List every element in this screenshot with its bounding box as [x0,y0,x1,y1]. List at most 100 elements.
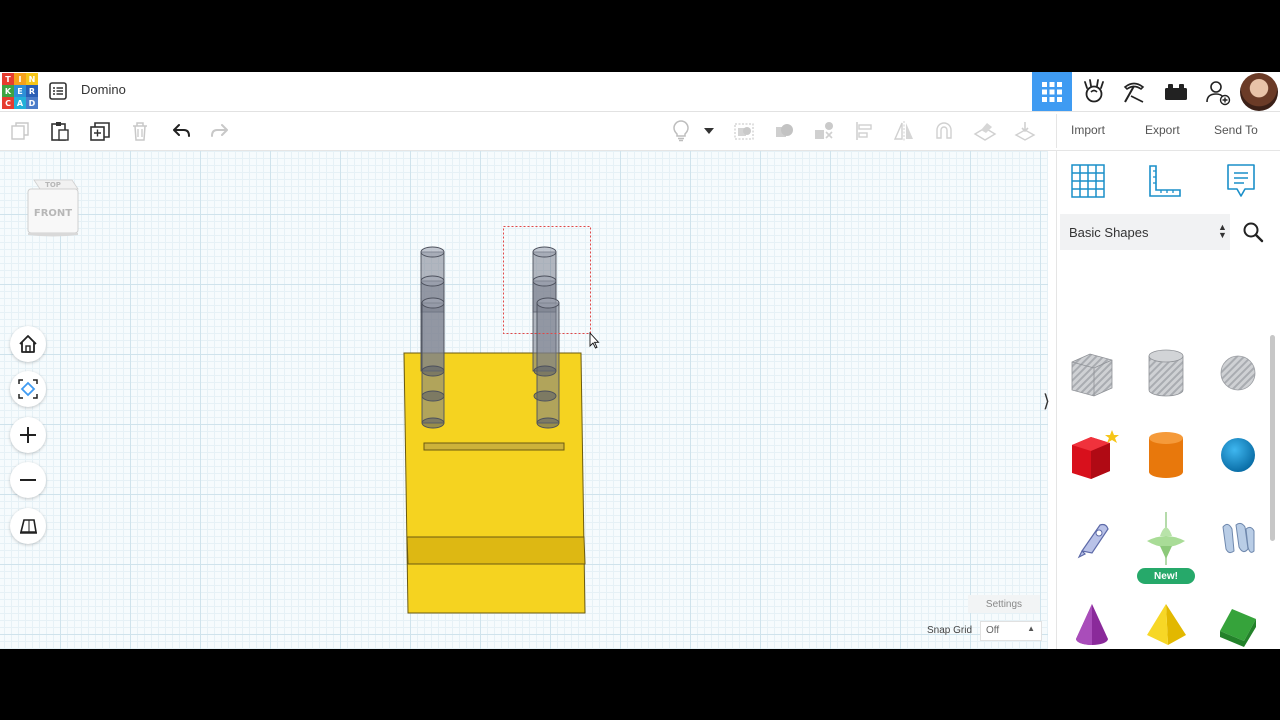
notes-icon [1227,164,1255,197]
logo-letter: T [2,73,14,85]
undo-icon [173,124,190,137]
shape-scribble[interactable] [1059,502,1125,576]
bricks-icon [1165,83,1187,100]
duplicate-icon [90,122,110,141]
workplane[interactable]: TOP FRONT ⟩ Settings Snap Grid Off ▲ [0,151,1050,649]
collapse-panel-chevron-icon[interactable]: ⟩ [1043,391,1050,412]
green-roof-icon [1220,609,1256,647]
shape-library-select[interactable]: Basic Shapes ▲ ▼ [1060,214,1230,250]
scribble-icon [1077,523,1109,559]
mirror-icon [893,121,913,141]
paste-icon [51,122,69,141]
ruler-button[interactable] [1145,161,1185,201]
redo-icon [211,124,228,137]
tinkercad-logo[interactable]: T I N K E R C A D [2,73,38,109]
shape-pyramid[interactable] [1133,588,1199,649]
notes-button[interactable] [1221,161,1261,201]
tinkerers-icon [1084,78,1104,102]
import-button[interactable]: Import [1071,123,1105,137]
top-bar: T I N K E R C A D Domino [0,72,1280,112]
avatar[interactable] [1240,73,1278,111]
shape-cone[interactable] [1059,588,1125,649]
design-title[interactable]: Domino [81,82,126,97]
build-button[interactable] [1114,72,1154,111]
delete-button[interactable] [128,119,152,143]
workplane-grid-button[interactable] [1068,161,1108,201]
redo-button[interactable] [208,119,232,143]
drop-button[interactable] [1013,119,1037,143]
workplane-button[interactable] [973,119,997,143]
shape-box-hole[interactable] [1059,336,1125,410]
dropdown-caret-icon [704,128,714,134]
select-caret-icon: ▲ ▼ [1218,222,1227,240]
copy-button[interactable] [8,119,32,143]
tinkerers-button[interactable] [1074,72,1114,111]
logo-letter: I [14,73,26,85]
export-button[interactable]: Export [1145,123,1180,137]
text-3d-icon [1222,522,1255,554]
build-icon [1123,82,1145,103]
toolbar-separator [1056,114,1057,148]
paste-button[interactable] [48,119,72,143]
settings-button[interactable]: Settings [968,595,1040,613]
blue-sphere-icon [1221,438,1255,472]
spinning-top-icon [1147,512,1185,565]
delete-icon [133,122,147,141]
yellow-pyramid-icon [1147,604,1186,645]
snap-grid-select[interactable]: Off ▲ [980,621,1042,641]
shape-library-label: Basic Shapes [1069,225,1149,240]
shape-sphere-hole[interactable] [1205,336,1271,410]
right-peg-group[interactable] [532,246,560,429]
caret-up-icon: ▲ [1027,624,1035,633]
logo-letter: E [14,85,26,97]
shape-cylinder-hole[interactable] [1133,336,1199,410]
send-to-button[interactable]: Send To [1214,123,1258,137]
shape-new[interactable] [1133,502,1199,576]
copy-icon [11,122,29,140]
bricks-button[interactable] [1156,72,1196,111]
show-all-dropdown[interactable] [700,119,718,143]
duplicate-button[interactable] [88,119,112,143]
search-icon [1243,222,1264,243]
shape-roof[interactable] [1205,588,1271,649]
align-button[interactable] [853,119,877,143]
3d-design-button[interactable] [1032,72,1072,111]
logo-letter: D [26,97,38,109]
orange-cylinder-icon [1149,432,1183,478]
mirror-button[interactable] [892,119,916,143]
red-box-icon [1072,430,1119,479]
shape-cylinder[interactable] [1133,418,1199,492]
cylinder-hole-icon [1148,349,1184,397]
group-icon [734,123,754,140]
mouse-cursor [589,331,600,349]
star-icon [1105,430,1119,443]
design-scene [403,226,600,614]
invite-user-button[interactable] [1198,72,1238,111]
sphere-hole-icon [1220,355,1256,391]
shapes-scrollbar[interactable] [1270,335,1275,541]
slot-groove[interactable] [423,442,565,451]
workplane-icon [973,123,997,141]
logo-letter: K [2,85,14,97]
search-shapes-button[interactable] [1237,216,1269,248]
shapes-panel: Basic Shapes ▲ ▼ New! [1056,151,1280,649]
solid-button[interactable] [772,119,796,143]
add-user-icon [1206,80,1231,105]
shape-sphere[interactable] [1205,418,1271,492]
undo-button[interactable] [169,119,193,143]
list-icon[interactable] [48,81,68,101]
tinkercad-app: T I N K E R C A D Domino Import Export S… [0,72,1280,649]
lightbulb-icon [673,120,689,142]
grid-3d-icon [1042,81,1062,102]
cruise-icon [936,122,952,139]
cruise-button[interactable] [932,119,956,143]
shape-text-3d[interactable] [1205,502,1271,576]
ruler-icon [1149,165,1181,197]
ungroup-button[interactable] [812,119,836,143]
left-peg-group[interactable] [420,246,445,429]
shape-box[interactable] [1059,418,1125,492]
group-button[interactable] [732,119,756,143]
align-icon [856,122,872,140]
solid-icon [776,124,793,137]
show-all-button[interactable] [669,119,693,143]
